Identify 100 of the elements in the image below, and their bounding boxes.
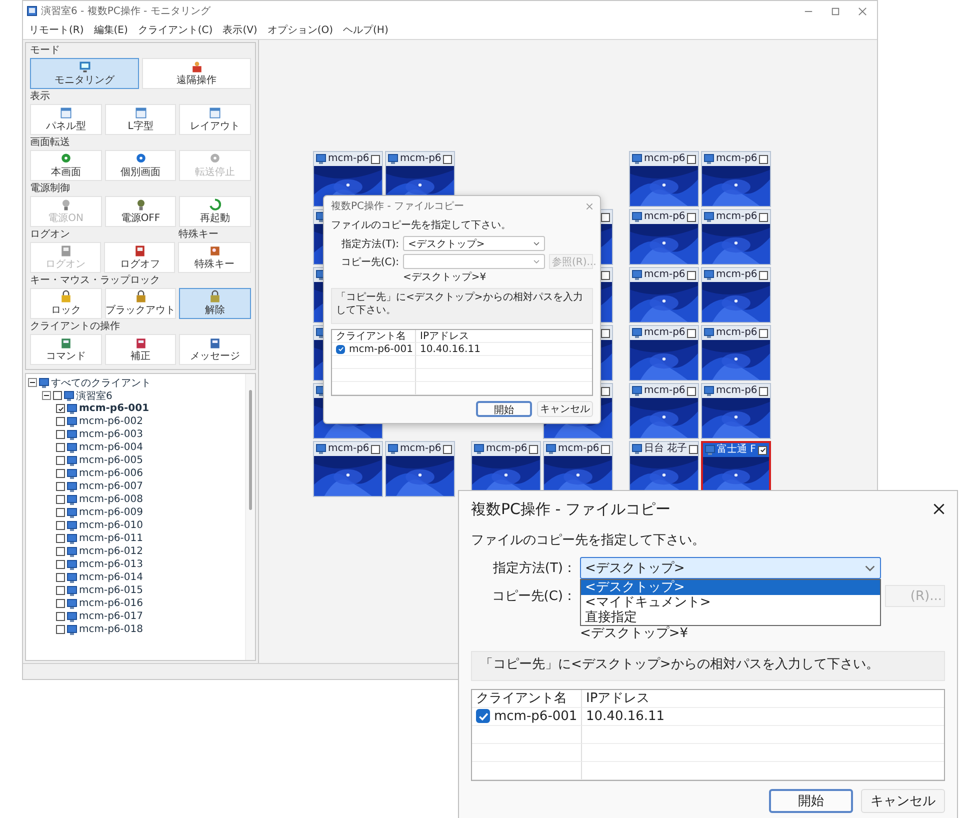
menu-item[interactable]: リモート(R)	[29, 23, 84, 37]
method-select[interactable]: <デスクトップ>	[580, 557, 881, 579]
client-thumbnail[interactable]: mcm-p6	[629, 151, 699, 207]
checkbox[interactable]	[56, 612, 65, 621]
tree-item[interactable]: すべてのクライアント	[51, 376, 151, 390]
checkbox[interactable]	[56, 521, 65, 530]
tree-item[interactable]: mcm-p6-016	[79, 598, 143, 609]
tree-item[interactable]: mcm-p6-004	[79, 442, 143, 453]
checkbox[interactable]	[56, 625, 65, 634]
tree-item[interactable]: mcm-p6-015	[79, 585, 143, 596]
tool-button[interactable]: パネル型	[30, 104, 102, 135]
tool-button[interactable]: ログオフ	[104, 242, 176, 273]
checkbox[interactable]	[687, 270, 696, 280]
checkbox[interactable]	[371, 444, 380, 454]
checkbox[interactable]	[56, 469, 65, 478]
checkbox[interactable]	[687, 154, 696, 164]
tree-item[interactable]: mcm-p6-009	[79, 507, 143, 518]
client-thumbnail[interactable]: mcm-p6	[701, 151, 771, 207]
tool-button[interactable]: ブラックアウト	[104, 288, 176, 319]
client-thumbnail[interactable]: mcm-p6	[629, 209, 699, 265]
checkbox[interactable]	[687, 328, 696, 338]
tool-button[interactable]: コマンド	[30, 334, 102, 365]
tree-item[interactable]: mcm-p6-013	[79, 559, 143, 570]
tree-item[interactable]: mcm-p6-014	[79, 572, 143, 583]
tree-item[interactable]: mcm-p6-001	[79, 403, 150, 414]
tool-button[interactable]: 個別画面	[104, 150, 176, 181]
checkbox[interactable]	[759, 328, 768, 338]
client-thumbnail[interactable]: mcm-p6	[385, 441, 455, 497]
checkbox[interactable]	[689, 444, 698, 454]
checkbox[interactable]	[56, 456, 65, 465]
tool-button[interactable]: 補正	[104, 334, 176, 365]
tree-item[interactable]: mcm-p6-011	[79, 533, 143, 544]
client-thumbnail[interactable]: mcm-p6	[629, 267, 699, 323]
checkbox[interactable]	[601, 270, 610, 280]
checkbox[interactable]	[758, 446, 767, 454]
checkbox[interactable]	[601, 444, 610, 454]
tree-item[interactable]: mcm-p6-006	[79, 468, 143, 479]
checkbox[interactable]	[443, 444, 452, 454]
tool-button[interactable]: 解除	[179, 288, 252, 319]
checkbox[interactable]	[56, 495, 65, 504]
client-thumbnail[interactable]: mcm-p6	[701, 325, 771, 381]
checkbox[interactable]	[56, 599, 65, 608]
tree-item[interactable]: mcm-p6-017	[79, 611, 143, 622]
client-thumbnail[interactable]: mcm-p6	[629, 325, 699, 381]
tool-button[interactable]: レイアウト	[179, 104, 252, 135]
checkbox[interactable]	[371, 154, 380, 164]
client-thumbnail[interactable]: mcm-p6	[313, 441, 383, 497]
tree-item[interactable]: mcm-p6-003	[79, 429, 143, 440]
checkbox[interactable]	[56, 573, 65, 582]
tree-item[interactable]: mcm-p6-012	[79, 546, 143, 557]
checkbox[interactable]	[56, 430, 65, 439]
checkbox[interactable]	[687, 212, 696, 222]
start-button[interactable]: 開始	[769, 788, 853, 813]
tool-button[interactable]: L字型	[104, 104, 176, 135]
checkbox[interactable]	[56, 508, 65, 517]
tool-button[interactable]: 特殊キー	[178, 242, 251, 273]
tree-item[interactable]: mcm-p6-005	[79, 455, 143, 466]
checkbox[interactable]	[56, 417, 65, 426]
checkbox[interactable]	[759, 386, 768, 396]
tool-button[interactable]: メッセージ	[179, 334, 252, 365]
checkbox[interactable]	[476, 709, 490, 724]
checkbox[interactable]	[601, 328, 610, 338]
tool-button[interactable]: 再起動	[179, 196, 252, 227]
checkbox[interactable]	[601, 212, 610, 222]
close-icon[interactable]	[933, 503, 945, 515]
checkbox[interactable]	[336, 344, 345, 354]
checkbox[interactable]	[529, 444, 538, 454]
checkbox[interactable]	[56, 547, 65, 556]
client-thumbnail[interactable]: mcm-p6	[701, 267, 771, 323]
checkbox[interactable]	[601, 386, 610, 396]
checkbox[interactable]	[56, 443, 65, 452]
checkbox[interactable]	[56, 482, 65, 491]
cancel-button[interactable]: キャンセル	[537, 401, 593, 417]
checkbox[interactable]	[759, 212, 768, 222]
checkbox[interactable]	[53, 391, 62, 400]
tool-button[interactable]: 電源OFF	[104, 196, 176, 227]
client-thumbnail[interactable]: mcm-p6	[701, 383, 771, 439]
maximize-icon[interactable]	[831, 6, 840, 16]
checkbox[interactable]	[56, 560, 65, 569]
menu-item[interactable]: クライアント(C)	[138, 23, 213, 37]
tree-item[interactable]: mcm-p6-008	[79, 494, 143, 505]
tree-item[interactable]: mcm-p6-018	[79, 624, 143, 635]
tree-item[interactable]: mcm-p6-010	[79, 520, 143, 531]
expander-icon[interactable]	[28, 378, 37, 387]
cancel-button[interactable]: キャンセル	[861, 788, 945, 813]
checkbox[interactable]	[56, 534, 65, 543]
tree-item[interactable]: mcm-p6-007	[79, 481, 143, 492]
client-thumbnail[interactable]: mcm-p6	[629, 383, 699, 439]
checkbox[interactable]	[56, 586, 65, 595]
destination-field[interactable]	[403, 254, 545, 269]
tool-button[interactable]: モニタリング	[30, 58, 139, 89]
scrollbar[interactable]	[245, 374, 255, 660]
start-button[interactable]: 開始	[476, 401, 532, 417]
menu-item[interactable]: オプション(O)	[267, 23, 334, 37]
method-select[interactable]: <デスクトップ>	[403, 236, 545, 251]
client-thumbnail[interactable]: mcm-p6	[701, 209, 771, 265]
tool-button[interactable]: 本画面	[30, 150, 102, 181]
checkbox[interactable]	[443, 154, 452, 164]
checkbox[interactable]	[759, 154, 768, 164]
expander-icon[interactable]	[42, 391, 51, 400]
